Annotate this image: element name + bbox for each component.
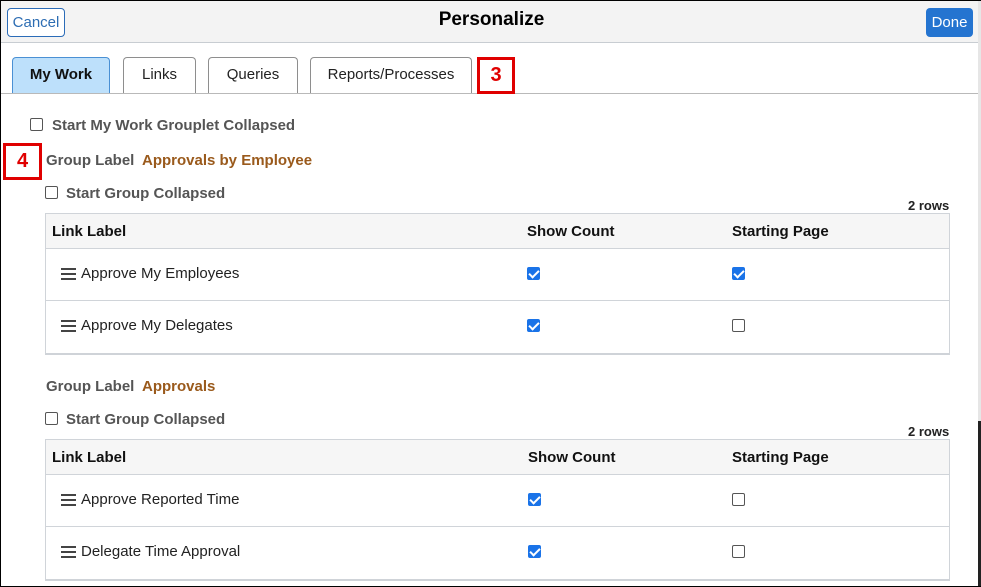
grouplet-collapsed-checkbox[interactable] [30,118,43,131]
row-count: 2 rows [908,198,950,213]
group-collapsed-label: Start Group Collapsed [66,411,226,428]
callout-marker-4: 4 [3,143,42,180]
grid-header: Link Label Show Count Starting Page [46,440,949,475]
table-row: Delegate Time Approval [46,527,949,579]
grouplet-collapsed-label: Start My Work Grouplet Collapsed [52,117,296,134]
tab-bar: My Work Links Queries Reports/Processes … [1,43,978,94]
callout-marker-3: 3 [477,57,515,94]
drag-handle-icon[interactable] [61,546,76,558]
grid-header: Link Label Show Count Starting Page [46,214,949,249]
links-grid: Link Label Show Count Starting Page Appr… [45,439,950,581]
column-header-starting-page: Starting Page [732,223,829,240]
tab-queries[interactable]: Queries [208,57,298,93]
group-collapsed-checkbox[interactable] [45,412,58,425]
done-button[interactable]: Done [926,8,973,37]
table-row: Approve Reported Time [46,475,949,527]
starting-page-checkbox[interactable] [732,267,745,280]
table-row: Approve My Delegates [46,301,949,353]
column-header-link-label: Link Label [52,449,127,466]
drag-handle-icon[interactable] [61,320,76,332]
group-label-caption: Group Label [46,152,135,169]
row-count: 2 rows [908,424,950,439]
link-label: Approve Reported Time [81,491,240,508]
page-title: Personalize [438,9,545,30]
tab-reports-processes[interactable]: Reports/Processes [310,57,472,93]
personalize-dialog: Cancel Personalize Done My Work Links Qu… [0,0,981,587]
group-label-value: Approvals by Employee [142,152,313,169]
column-header-show-count: Show Count [527,223,615,240]
group-label-value: Approvals [142,378,216,395]
column-header-link-label: Link Label [52,223,127,240]
link-label: Approve My Employees [81,265,240,282]
show-count-checkbox[interactable] [527,267,540,280]
column-header-show-count: Show Count [528,449,616,466]
drag-handle-icon[interactable] [61,494,76,506]
starting-page-checkbox[interactable] [732,493,745,506]
link-label: Delegate Time Approval [81,543,241,560]
link-label: Approve My Delegates [81,317,233,334]
tab-links[interactable]: Links [123,57,196,93]
group-collapsed-checkbox[interactable] [45,186,58,199]
show-count-checkbox[interactable] [527,319,540,332]
dialog-header: Cancel Personalize Done [1,1,981,43]
column-header-starting-page: Starting Page [732,449,829,466]
group-label-caption: Group Label [46,378,135,395]
links-grid: Link Label Show Count Starting Page Appr… [45,213,950,355]
table-row: Approve My Employees [46,249,949,301]
show-count-checkbox[interactable] [528,545,541,558]
starting-page-checkbox[interactable] [732,545,745,558]
starting-page-checkbox[interactable] [732,319,745,332]
drag-handle-icon[interactable] [61,268,76,280]
tab-my-work[interactable]: My Work [12,57,110,93]
show-count-checkbox[interactable] [528,493,541,506]
group-collapsed-label: Start Group Collapsed [66,185,226,202]
